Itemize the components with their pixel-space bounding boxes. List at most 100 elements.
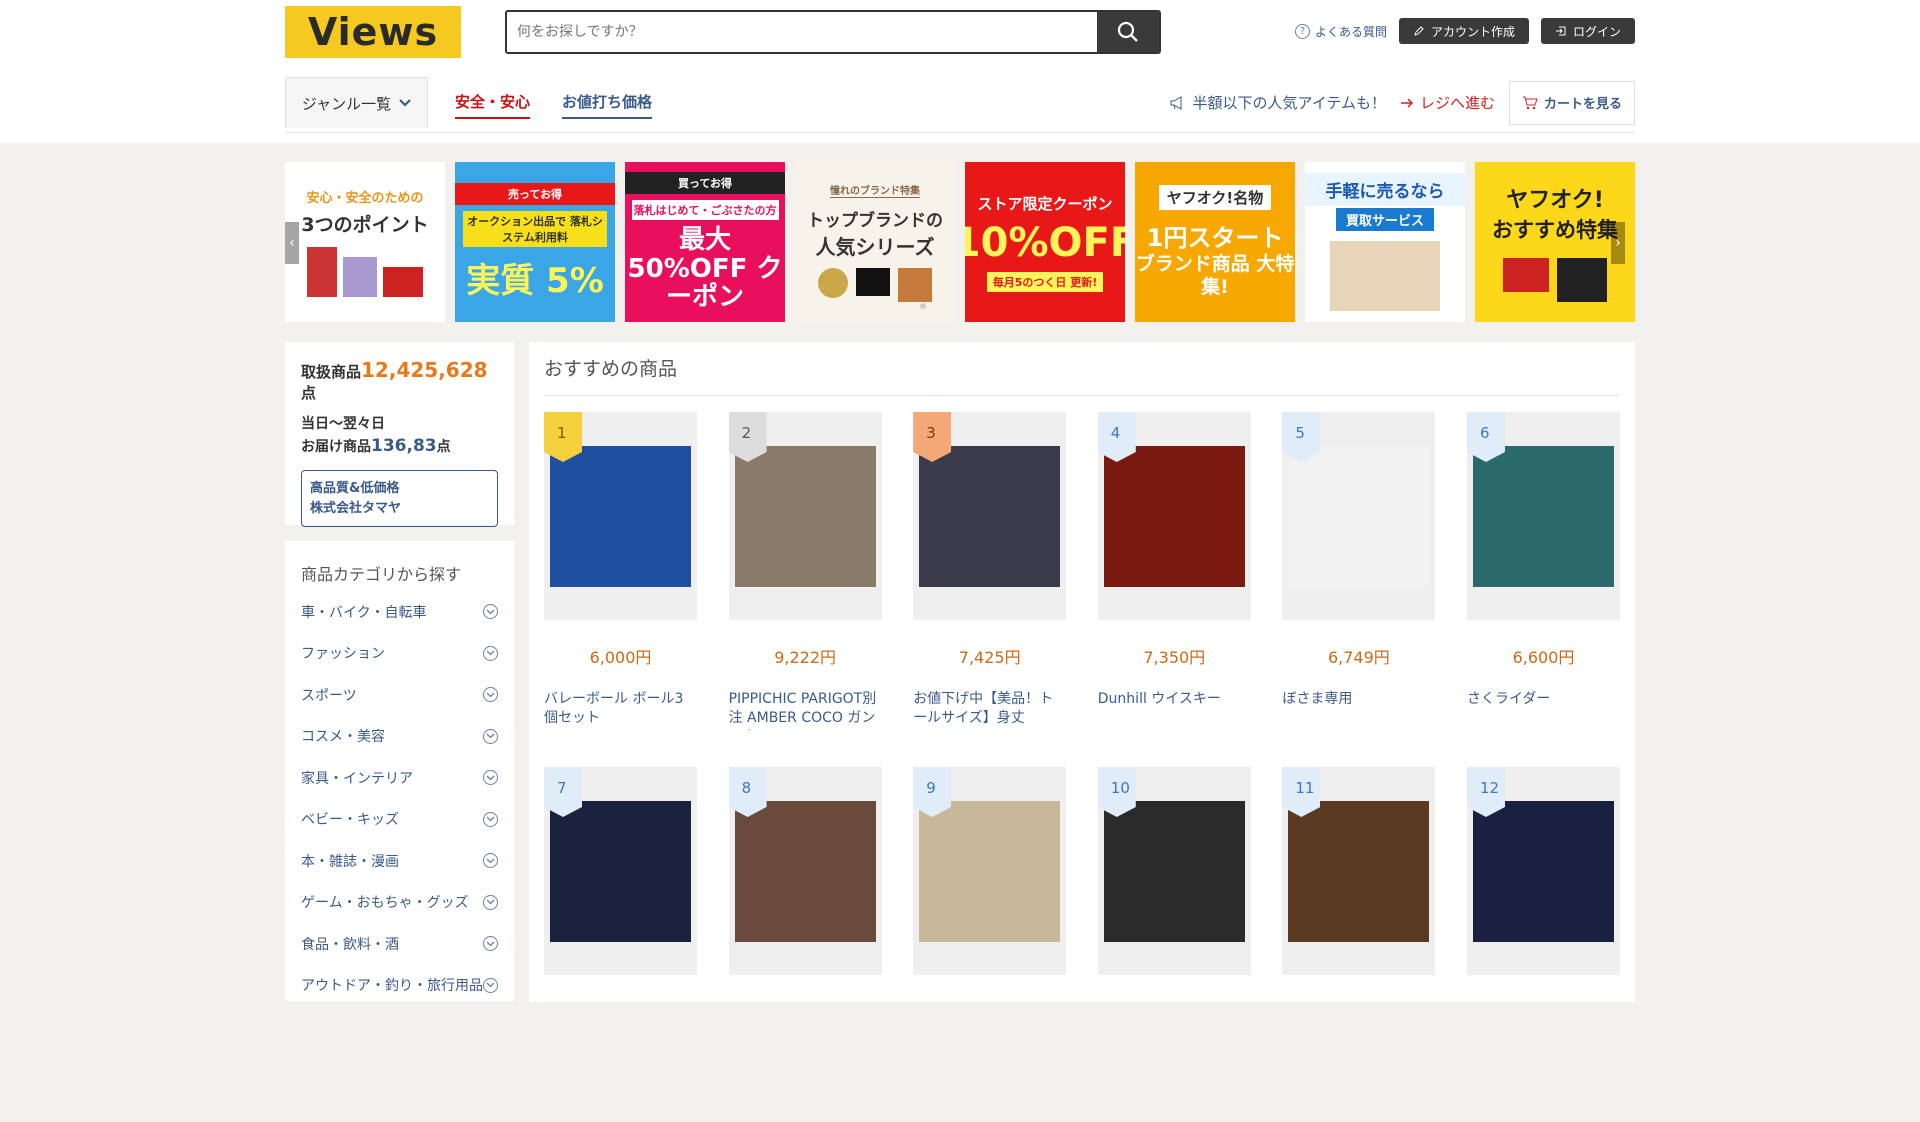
- category-item[interactable]: コスメ・美容: [301, 716, 498, 758]
- product-thumbnail[interactable]: 3: [913, 412, 1067, 620]
- product-name[interactable]: ぼさま専用: [1282, 690, 1435, 709]
- chevron-down-icon[interactable]: [483, 894, 498, 910]
- stats-panel: 取扱商品12,425,628点 当日〜翌々日 お届け商品136,83点 高品質&…: [285, 342, 514, 528]
- banner-5[interactable]: ストア限定クーポン 10%OFF 毎月5のつく日 更新!: [965, 162, 1125, 322]
- company-link[interactable]: 高品質&低価格 株式会社タマヤ: [301, 470, 498, 528]
- top-bar: Views ? よくある質問 アカウント作成 ログイン: [285, 0, 1635, 72]
- product-thumbnail[interactable]: 4: [1097, 412, 1251, 620]
- signup-label: アカウント作成: [1430, 24, 1515, 39]
- product-thumbnail[interactable]: 1: [544, 412, 697, 620]
- carousel-dot[interactable]: [920, 303, 926, 309]
- product-thumbnail[interactable]: 12: [1466, 767, 1620, 975]
- banner-8-image: [1503, 258, 1607, 302]
- product-card[interactable]: 9: [913, 767, 1067, 1122]
- checkout-link[interactable]: レジへ進む: [1400, 92, 1495, 113]
- product-thumbnail[interactable]: 10: [1097, 767, 1251, 975]
- product-image: [1103, 800, 1245, 942]
- banner-carousel: 安心・安全のための 3つのポイント 売ってお得 オークション出品で 落札システム…: [285, 162, 1635, 322]
- banner-1[interactable]: 安心・安全のための 3つのポイント: [285, 162, 445, 322]
- chevron-down-icon[interactable]: [483, 645, 498, 661]
- product-card[interactable]: 5 6,749円 ぼさま専用: [1282, 412, 1436, 767]
- genre-menu-button[interactable]: ジャンル一覧: [285, 77, 428, 128]
- category-item[interactable]: ベビー・キッズ: [301, 799, 498, 841]
- category-item[interactable]: ファッション: [301, 633, 498, 675]
- product-thumbnail[interactable]: 11: [1282, 767, 1436, 975]
- product-thumbnail[interactable]: 9: [913, 767, 1067, 975]
- product-name[interactable]: PIPPICHIC PARIGOT別注 AMBER COCO ガンメタル: [729, 690, 882, 730]
- chevron-down-icon[interactable]: [483, 728, 498, 744]
- cart-button[interactable]: カートを見る: [1508, 80, 1635, 125]
- delivery-value: 136,83: [371, 435, 437, 456]
- product-name[interactable]: さくライダー: [1467, 690, 1620, 709]
- site-header: Views ? よくある質問 アカウント作成 ログイン: [0, 0, 1920, 143]
- product-card[interactable]: 10: [1097, 767, 1251, 1122]
- product-thumbnail[interactable]: 5: [1282, 412, 1436, 620]
- carousel-dots[interactable]: [920, 303, 926, 309]
- product-card[interactable]: 4 7,350円 Dunhill ウイスキー: [1097, 412, 1251, 767]
- delivery-label2: お届け商品: [301, 438, 371, 455]
- carousel-prev-button[interactable]: ‹: [285, 222, 299, 264]
- product-card[interactable]: 8: [728, 767, 882, 1122]
- product-image: [1103, 445, 1245, 587]
- chevron-down-icon[interactable]: [483, 977, 498, 993]
- product-image: [1472, 445, 1614, 587]
- category-item[interactable]: アウトドア・釣り・旅行用品: [301, 965, 498, 1007]
- product-name[interactable]: Dunhill ウイスキー: [1098, 690, 1251, 709]
- banner-7-line2: 買取サービス: [1335, 208, 1434, 231]
- carousel-next-button[interactable]: ›: [1611, 222, 1625, 264]
- product-thumbnail[interactable]: 7: [544, 767, 697, 975]
- product-card[interactable]: 6 6,600円 さくライダー: [1466, 412, 1620, 767]
- promo-link[interactable]: 半額以下の人気アイテムも！: [1170, 92, 1386, 113]
- category-item[interactable]: スポーツ: [301, 674, 498, 716]
- banner-1-line2: 3つのポイント: [301, 214, 429, 236]
- chevron-down-icon[interactable]: [483, 811, 498, 827]
- site-logo[interactable]: Views: [285, 6, 461, 58]
- chevron-down-icon[interactable]: [483, 604, 498, 620]
- chevron-down-icon[interactable]: [483, 936, 498, 952]
- category-item[interactable]: 車・バイク・自転車: [301, 591, 498, 633]
- product-thumbnail[interactable]: 2: [728, 412, 882, 620]
- product-card[interactable]: 2 9,222円 PIPPICHIC PARIGOT別注 AMBER COCO ガン…: [728, 412, 882, 767]
- banner-7-line1: 手軽に売るなら: [1305, 173, 1465, 206]
- chevron-down-icon[interactable]: [483, 770, 498, 786]
- banner-7[interactable]: 手軽に売るなら 買取サービス: [1305, 162, 1465, 322]
- product-thumbnail[interactable]: 8: [728, 767, 882, 975]
- chevron-down-icon[interactable]: [483, 687, 498, 703]
- product-image: [734, 800, 876, 942]
- rank-badge: 4: [1097, 412, 1136, 462]
- category-label: スポーツ: [301, 687, 357, 704]
- banner-6[interactable]: ヤフオク!名物 1円スタート ブランド商品 大特集!: [1135, 162, 1295, 322]
- product-image: [1472, 800, 1614, 942]
- nav-safe-link[interactable]: 安全・安心: [455, 91, 531, 119]
- category-item[interactable]: ゲーム・おもちゃ・グッズ: [301, 882, 498, 924]
- total-unit: 点: [301, 384, 317, 402]
- faq-link[interactable]: ? よくある質問: [1294, 23, 1387, 40]
- rank-badge: 1: [544, 412, 582, 462]
- login-button[interactable]: ログイン: [1540, 18, 1635, 44]
- total-label: 取扱商品: [301, 363, 362, 381]
- category-panel: 商品カテゴリから探す 車・バイク・自転車 ファッション スポーツ コスメ・美容 家具・イ…: [285, 541, 514, 1001]
- banner-2[interactable]: 売ってお得 オークション出品で 落札システム利用料 実質 5%: [455, 162, 615, 322]
- category-item[interactable]: 食品・飲料・酒: [301, 923, 498, 965]
- product-card[interactable]: 3 7,425円お値下げ中【美品！トールサイズ】身丈170cm: [913, 412, 1067, 767]
- category-label: ゲーム・おもちゃ・グッズ: [301, 895, 469, 912]
- product-card[interactable]: 1 6,000円 バレーボール ボール3個セット: [544, 412, 697, 767]
- product-card[interactable]: 12: [1466, 767, 1620, 1122]
- product-name[interactable]: お値下げ中【美品！トールサイズ】身丈170cm: [913, 690, 1066, 730]
- product-card[interactable]: 11: [1282, 767, 1436, 1122]
- banner-3[interactable]: 買ってお得 落札はじめて・ごぶさたの方 最大 50%OFF クーポン: [625, 162, 785, 322]
- nav-price-link[interactable]: お値打ち価格: [562, 91, 653, 119]
- product-card[interactable]: 7: [544, 767, 697, 1122]
- chevron-down-icon[interactable]: [483, 853, 498, 869]
- product-thumbnail[interactable]: 6: [1466, 412, 1620, 620]
- search-input[interactable]: [507, 12, 1097, 52]
- product-image: [1288, 445, 1430, 587]
- product-image: [734, 445, 876, 587]
- signup-button[interactable]: アカウント作成: [1398, 18, 1529, 44]
- banner-4[interactable]: 憧れのブランド特集 トップブランドの 人気シリーズ: [795, 162, 955, 322]
- product-name[interactable]: バレーボール ボール3個セット: [544, 690, 697, 728]
- product-image: [919, 800, 1061, 942]
- category-item[interactable]: 家具・インテリア: [301, 757, 498, 799]
- search-button[interactable]: [1097, 12, 1159, 52]
- category-item[interactable]: 本・雑誌・漫画: [301, 840, 498, 882]
